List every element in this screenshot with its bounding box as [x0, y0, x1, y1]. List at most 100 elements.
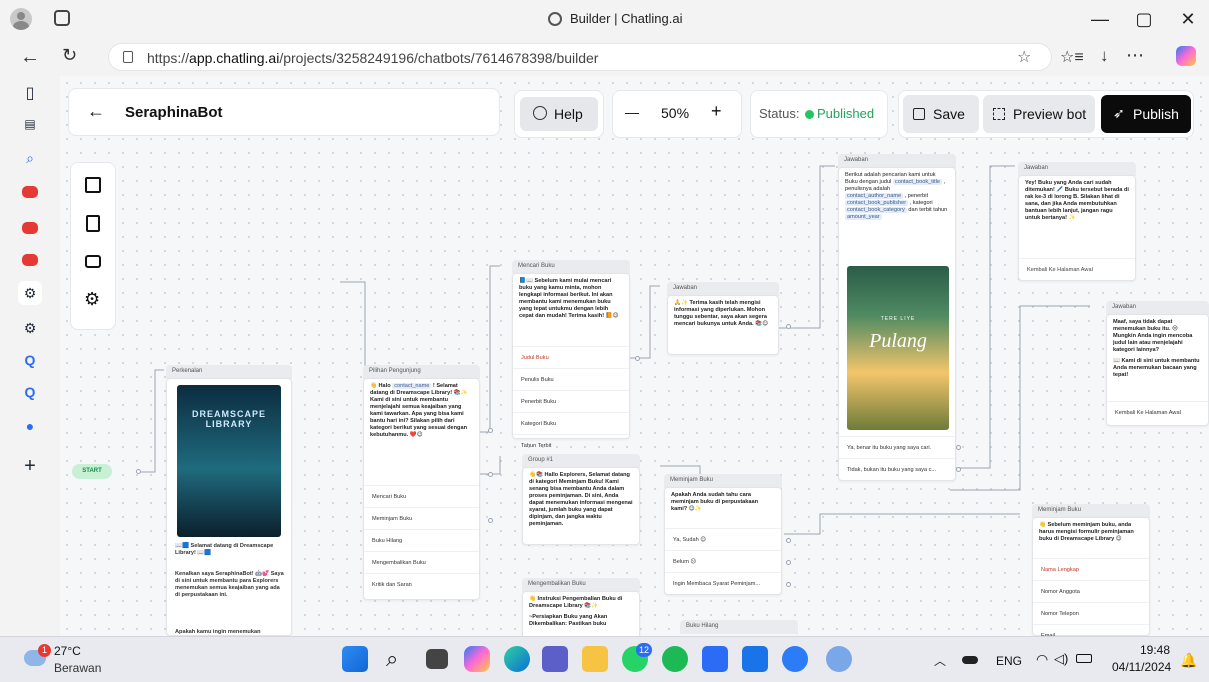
connector-dot[interactable] [786, 324, 791, 329]
wifi-icon[interactable]: ◠ [1036, 651, 1048, 668]
node-mencari-buku[interactable]: 📘📖 Sebelum kami mulai mencari buku yang … [512, 273, 630, 449]
connector-dot[interactable] [488, 518, 493, 523]
edge-icon[interactable] [504, 646, 530, 672]
start-node[interactable]: START [72, 464, 112, 479]
node-mengembalikan[interactable]: 👋 Instruksi Pengembalian Buku di Dreamsc… [522, 591, 640, 636]
tab-actions-icon[interactable] [54, 10, 70, 26]
form-field[interactable]: Penerbit Buku [513, 390, 629, 412]
option-item[interactable]: Belum 😕 [665, 550, 781, 572]
option-item[interactable]: Ya, Sudah 😊 [665, 528, 781, 550]
node-meminjam-1[interactable]: Apakah Anda sudah tahu cara meminjam buk… [664, 487, 782, 595]
search-sidebar-icon[interactable]: Q [18, 380, 42, 404]
volume-icon[interactable]: ◁) [1054, 651, 1068, 667]
downloads-icon[interactable]: ↓ [1100, 46, 1109, 66]
form-field[interactable]: Email [1033, 624, 1149, 636]
clock-time[interactable]: 19:48 [1140, 643, 1170, 657]
node-jawaban-3[interactable]: Yey! Buku yang Anda cari sudah ditemukan… [1018, 175, 1136, 281]
task-view-icon[interactable] [426, 649, 448, 669]
connector-dot[interactable] [488, 472, 493, 477]
publish-button[interactable]: ➶ Publish [1101, 95, 1191, 133]
node-pilihan-pengunjung[interactable]: 👋 Halo contact_name ! Selamat datang di … [363, 378, 480, 600]
profile-avatar[interactable] [10, 8, 32, 30]
back-button[interactable]: ← [87, 101, 105, 122]
onedrive-icon[interactable] [962, 656, 978, 664]
option-item[interactable]: Kembali Ke Halaman Awal [1107, 401, 1208, 423]
option-item[interactable]: Ingin Membaca Syarat Peminjam... [665, 572, 781, 594]
start-menu-icon[interactable] [342, 646, 368, 672]
option-item[interactable]: Tidak, bukan itu buku yang saya c... [839, 458, 955, 480]
connector-dot[interactable] [786, 538, 791, 543]
connector-dot[interactable] [786, 560, 791, 565]
option-item[interactable]: Ya, benar itu buku yang saya cari. [839, 436, 955, 458]
copilot-taskbar-icon[interactable] [464, 646, 490, 672]
code-file-icon[interactable] [86, 215, 100, 232]
node-jawaban-4[interactable]: Maaf, saya tidak dapat menemukan buku it… [1106, 314, 1209, 426]
connector-dot[interactable] [136, 469, 141, 474]
settings-icon[interactable]: ⚙ [84, 289, 100, 310]
node-group-1[interactable]: 👋📚 Hallo Explorers, Selamat datang di ka… [522, 467, 640, 545]
store-icon[interactable] [702, 646, 728, 672]
zoom-out-button[interactable]: — [625, 104, 639, 120]
address-bar[interactable]: https://app.chatling.ai/projects/3258249… [108, 43, 1052, 71]
form-field[interactable]: Nomor Telepon [1033, 602, 1149, 624]
reload-icon[interactable]: ↻ [62, 45, 77, 66]
settings-tab-icon[interactable]: ⋯ [1126, 45, 1144, 66]
battery-icon[interactable] [1076, 654, 1092, 663]
tray-chevron-icon[interactable]: ︿ [934, 652, 946, 669]
option-item[interactable]: Meminjam Buku [364, 507, 479, 529]
spotify-icon[interactable] [662, 646, 688, 672]
builder-canvas[interactable]: ← SeraphinaBot Help — 50% + Status: Publ… [60, 76, 1209, 636]
bot-icon[interactable] [85, 255, 101, 268]
copilot-icon[interactable] [1176, 46, 1196, 66]
option-item[interactable]: Mengembalikan Buku [364, 551, 479, 573]
vpn-icon[interactable]: ● [18, 414, 42, 438]
connector-dot[interactable] [635, 356, 640, 361]
chatling-tab-icon[interactable]: ⚙ [18, 281, 42, 305]
node-perkenalan[interactable]: DREAMSCAPE LIBRARY 📖🟦 Selamat datang di … [166, 378, 292, 636]
search-sidebar-icon[interactable]: ⌕ [18, 146, 42, 170]
youtube-icon[interactable] [22, 186, 38, 198]
connector-dot[interactable] [786, 582, 791, 587]
openai-icon[interactable]: ⚙ [18, 316, 42, 340]
help-button[interactable]: Help [520, 97, 598, 131]
favorite-star-icon[interactable]: ☆ [1017, 47, 1031, 67]
layout-icon[interactable] [85, 177, 101, 193]
minimize-button[interactable]: — [1080, 6, 1120, 32]
language-indicator[interactable]: ENG [996, 654, 1022, 668]
form-field[interactable]: Penulis Buku [513, 368, 629, 390]
search-taskbar-icon[interactable]: ⌕ [386, 646, 398, 672]
connector-dot[interactable] [956, 467, 961, 472]
youtube-icon[interactable] [22, 222, 38, 234]
form-field[interactable]: Kategori Buku [513, 412, 629, 434]
back-nav-icon[interactable]: ← [20, 46, 40, 69]
option-item[interactable]: Kritik dan Saran [364, 573, 479, 595]
connector-dot[interactable] [488, 428, 493, 433]
option-item[interactable]: Buku Hilang [364, 529, 479, 551]
clock-date[interactable]: 04/11/2024 [1112, 660, 1171, 674]
form-field[interactable]: Tahun Terbit [513, 434, 629, 456]
zoom-in-button[interactable]: + [711, 101, 722, 122]
file-explorer-icon[interactable] [582, 646, 608, 672]
hp-icon[interactable] [742, 646, 768, 672]
save-button[interactable]: Save [903, 95, 979, 133]
node-jawaban-1[interactable]: 🙏✨ Terima kasih telah mengisi informasi … [667, 295, 779, 355]
close-window-button[interactable]: ✕ [1168, 6, 1208, 32]
tabs-icon[interactable]: ▯ [18, 82, 42, 106]
settings-app-icon[interactable] [826, 646, 852, 672]
option-item[interactable]: Mencari Buku [364, 485, 479, 507]
form-field[interactable]: Nomor Anggota [1033, 580, 1149, 602]
favorites-icon[interactable]: ☆≡ [1060, 47, 1084, 67]
node-jawaban-2[interactable]: Berikut adalah pencarian kami untuk Buku… [838, 167, 956, 481]
search-sidebar-icon[interactable]: Q [18, 348, 42, 372]
teams-icon[interactable] [542, 646, 568, 672]
help-app-icon[interactable] [782, 646, 808, 672]
connector-dot[interactable] [956, 445, 961, 450]
youtube-icon[interactable] [22, 254, 38, 266]
preview-bot-button[interactable]: Preview bot [983, 95, 1095, 133]
node-meminjam-2[interactable]: 👋 Sebelum meminjam buku, anda harus meng… [1032, 517, 1150, 636]
add-sidebar-icon[interactable]: + [18, 454, 42, 478]
option-item[interactable]: Kembali Ke Halaman Awal [1019, 258, 1135, 280]
maximize-button[interactable]: ▢ [1124, 6, 1164, 32]
notification-bell-icon[interactable]: 🔔 [1180, 652, 1197, 669]
calendar-icon[interactable]: ▤ [18, 112, 42, 136]
